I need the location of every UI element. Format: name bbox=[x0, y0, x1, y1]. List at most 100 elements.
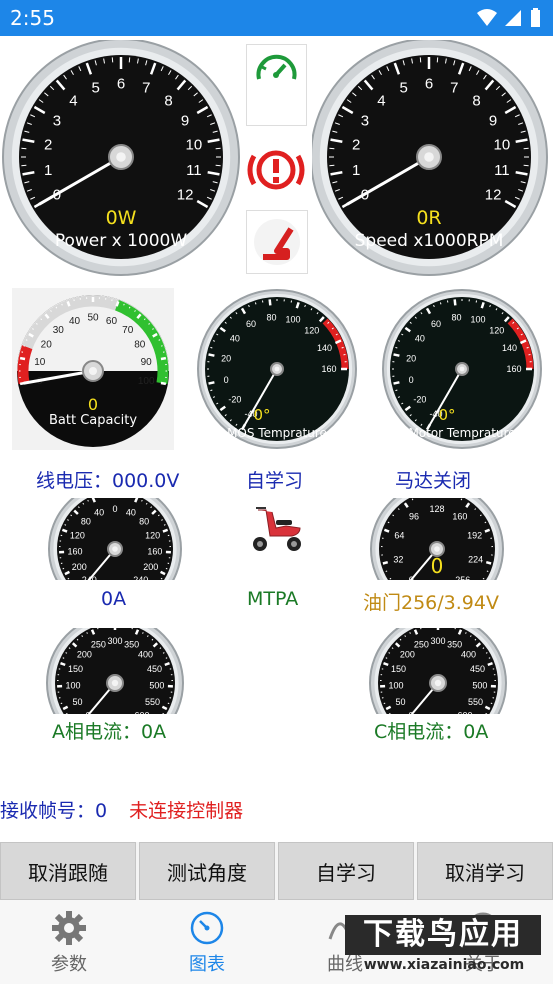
tick-label: 20 bbox=[406, 353, 416, 363]
tick-label: 600 bbox=[134, 710, 149, 714]
gauge-value: 0 bbox=[431, 554, 444, 578]
tick-label: 450 bbox=[470, 664, 485, 674]
minor-tick bbox=[64, 524, 67, 526]
gauge-value: 0W bbox=[106, 207, 137, 229]
tick-label: 80 bbox=[139, 517, 149, 527]
gauge-caption: Speed x1000RPM bbox=[355, 231, 504, 251]
tick-label: 7 bbox=[142, 80, 150, 97]
tick-label: 20 bbox=[221, 353, 231, 363]
speedometer-lamp bbox=[246, 44, 307, 126]
speed-gauge: 01234567891011120RSpeed x1000RPM bbox=[312, 40, 553, 276]
minor-tick bbox=[160, 345, 163, 347]
cancel-learn-button[interactable]: 取消学习 bbox=[417, 842, 553, 900]
tick-label: 400 bbox=[138, 649, 153, 659]
minor-tick bbox=[395, 346, 398, 349]
tick-label: 200 bbox=[72, 562, 87, 572]
minor-tick bbox=[62, 567, 65, 570]
motor-temperature-gauge: -40-200204060801001201401600°Motor Tempr… bbox=[381, 288, 543, 450]
minor-tick bbox=[25, 339, 28, 341]
tick-label: 30 bbox=[53, 325, 65, 336]
power-dial: 01234567891011120WPower x 1000W bbox=[2, 40, 240, 276]
tick-label: 200 bbox=[77, 649, 92, 659]
tick-label: 160 bbox=[68, 546, 83, 556]
minor-tick bbox=[50, 310, 52, 312]
tick-label: 250 bbox=[91, 640, 106, 650]
throttle-value: 油门256/3.94V bbox=[363, 592, 499, 614]
minor-tick bbox=[55, 306, 58, 309]
receive-frame-row: 接收帧号：0 未连接控制器 bbox=[0, 796, 243, 823]
tick-label: 50 bbox=[87, 313, 99, 324]
major-tick bbox=[487, 661, 493, 667]
tick-label: 140 bbox=[317, 343, 332, 353]
nav-charts-label: 图表 bbox=[189, 954, 225, 975]
status-bar: 2:55 bbox=[0, 0, 553, 36]
tick-label: 160 bbox=[506, 364, 521, 374]
minor-tick bbox=[395, 389, 398, 392]
major-tick bbox=[19, 356, 26, 361]
tick-label: 350 bbox=[124, 640, 139, 650]
tick-label: 4 bbox=[377, 93, 385, 110]
minor-tick bbox=[526, 346, 529, 349]
tick-label: 80 bbox=[134, 340, 146, 351]
minor-tick bbox=[341, 346, 344, 349]
cancel-follow-button[interactable]: 取消跟随 bbox=[0, 842, 136, 900]
receive-frame-label: 接收帧号： bbox=[0, 800, 96, 822]
tick-label: 120 bbox=[489, 326, 504, 336]
minor-tick bbox=[254, 302, 257, 305]
minor-tick bbox=[65, 652, 68, 654]
minor-tick bbox=[460, 498, 463, 501]
tick-label: 160 bbox=[147, 546, 162, 556]
wifi-icon bbox=[477, 9, 497, 26]
tick-label: 1 bbox=[44, 162, 52, 179]
tick-label: 256 bbox=[455, 575, 470, 580]
gauge-caption: Power x 1000W bbox=[55, 231, 188, 251]
tick-label: 10 bbox=[494, 136, 511, 153]
tick-label: 200 bbox=[143, 562, 158, 572]
brake-warning-lamp bbox=[244, 138, 308, 202]
tick-label: 5 bbox=[400, 80, 408, 97]
minor-tick bbox=[485, 652, 488, 654]
test-angle-button[interactable]: 测试角度 bbox=[139, 842, 275, 900]
tick-label: 7 bbox=[450, 80, 458, 97]
minor-tick bbox=[142, 632, 144, 634]
major-tick bbox=[383, 528, 390, 533]
gauge-value: 0R bbox=[416, 207, 441, 229]
tick-label: 4 bbox=[69, 93, 77, 110]
tick-label: 150 bbox=[68, 664, 83, 674]
nav-params[interactable]: 参数 bbox=[0, 900, 138, 984]
tick-label: 600 bbox=[457, 710, 472, 714]
tick-label: 12 bbox=[177, 186, 194, 203]
minor-tick bbox=[161, 519, 163, 521]
tick-label: 300 bbox=[107, 636, 122, 646]
minor-tick bbox=[141, 499, 143, 502]
major-tick bbox=[485, 560, 492, 565]
minor-tick bbox=[388, 652, 391, 654]
tick-label: -20 bbox=[413, 395, 426, 405]
self-learn-button[interactable]: 自学习 bbox=[278, 842, 414, 900]
tick-label: 3 bbox=[53, 112, 61, 129]
tick-label: 6 bbox=[117, 75, 125, 92]
tick-label: 0 bbox=[409, 375, 414, 385]
tick-label: 500 bbox=[149, 681, 164, 691]
tick-label: 80 bbox=[81, 517, 91, 527]
tick-label: 9 bbox=[181, 112, 189, 129]
minor-tick bbox=[488, 657, 491, 659]
tick-label: 128 bbox=[429, 504, 444, 514]
minor-tick bbox=[162, 652, 165, 654]
phase-a-current-label: A相电流：0A bbox=[52, 721, 167, 743]
tick-label: 64 bbox=[394, 530, 404, 540]
current-gauge: 240 200 160 120 80 40 0 40 80 120 160 200 240 bbox=[44, 498, 186, 580]
phase-c-current-label: C相电流：0A bbox=[374, 721, 489, 743]
minor-tick bbox=[146, 635, 149, 638]
tick-label: 80 bbox=[452, 312, 462, 322]
tick-label: 50 bbox=[395, 697, 405, 707]
major-tick bbox=[208, 381, 215, 385]
nav-charts[interactable]: 图表 bbox=[138, 900, 276, 984]
tick-label: 550 bbox=[468, 697, 483, 707]
minor-tick bbox=[61, 303, 63, 306]
tick-label: 70 bbox=[122, 325, 134, 336]
minor-tick bbox=[167, 702, 170, 705]
tick-label: 60 bbox=[106, 316, 118, 327]
tick-label: 350 bbox=[447, 640, 462, 650]
gauge-value: 0 bbox=[88, 395, 98, 414]
